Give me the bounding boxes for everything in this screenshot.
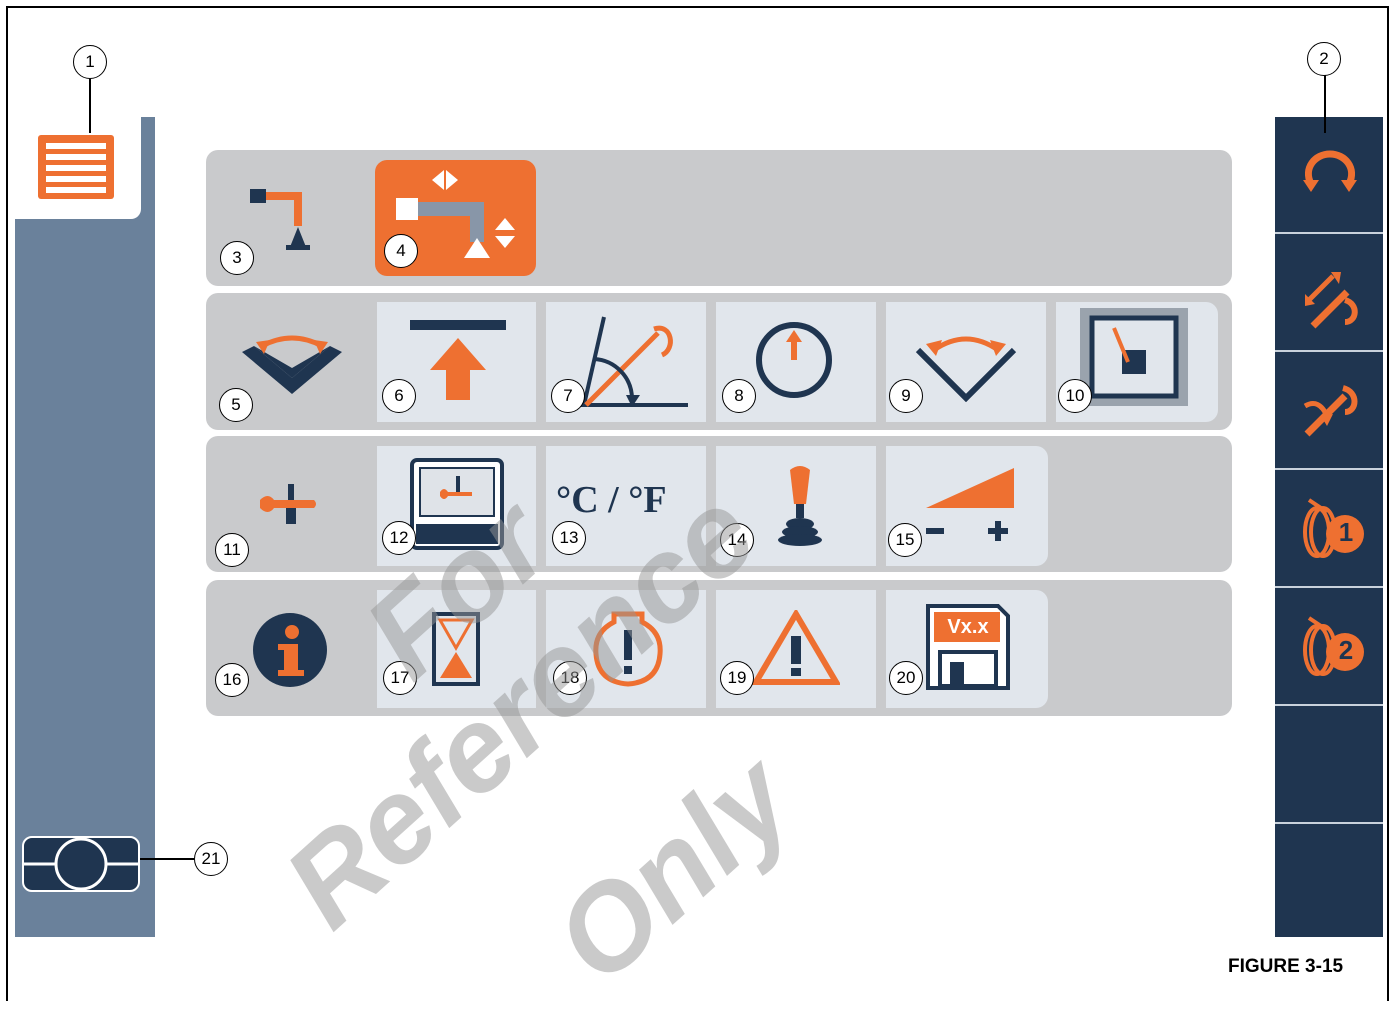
swing-limit-icon[interactable] (914, 322, 1018, 402)
swing-icon[interactable] (1301, 148, 1359, 194)
winch-2-number: 2 (1338, 635, 1354, 665)
callout-7: 7 (551, 379, 585, 413)
boom-hook-icon[interactable] (1301, 378, 1361, 440)
figure-label: FIGURE 3-15 (1228, 956, 1344, 977)
menu-list-icon[interactable] (38, 135, 114, 199)
callout-3: 3 (220, 241, 254, 275)
callout-19: 19 (720, 661, 754, 695)
height-limit-icon[interactable] (410, 320, 506, 404)
callout-5: 5 (219, 388, 253, 422)
crane-mode-icon[interactable] (250, 185, 320, 255)
callout-20: 20 (889, 661, 923, 695)
left-panel (15, 117, 155, 937)
display-layout-icon[interactable] (22, 836, 140, 892)
joystick-icon[interactable] (776, 464, 824, 546)
settings-category-icon[interactable] (258, 484, 320, 524)
winch-1-number: 1 (1338, 517, 1354, 547)
info-category-icon[interactable] (252, 612, 328, 688)
callout-1: 1 (73, 45, 107, 79)
callout-8: 8 (722, 379, 756, 413)
limits-category-icon[interactable] (240, 332, 344, 398)
callout-15: 15 (888, 523, 922, 557)
callout-4: 4 (384, 234, 418, 268)
software-version-label: Vx.x (947, 616, 989, 638)
callout-13: 13 (552, 521, 586, 555)
brightness-icon[interactable] (922, 466, 1018, 546)
pressure-gauge-icon[interactable] (754, 320, 834, 400)
callout-21: 21 (194, 842, 228, 876)
boom-angle-limit-icon[interactable] (570, 315, 690, 411)
callout-1-leader (89, 79, 91, 133)
callout-10: 10 (1058, 379, 1092, 413)
working-area-icon[interactable] (1076, 304, 1192, 410)
callout-2-leader (1324, 75, 1326, 133)
warning-triangle-icon[interactable] (752, 610, 840, 686)
callout-11: 11 (215, 533, 249, 567)
telescope-icon[interactable] (1301, 270, 1361, 334)
callout-2: 2 (1307, 42, 1341, 76)
callout-21-leader (140, 858, 194, 860)
callout-9: 9 (889, 379, 923, 413)
callout-6: 6 (382, 379, 416, 413)
callout-16: 16 (215, 663, 249, 697)
crane-mode-row (206, 150, 1232, 286)
